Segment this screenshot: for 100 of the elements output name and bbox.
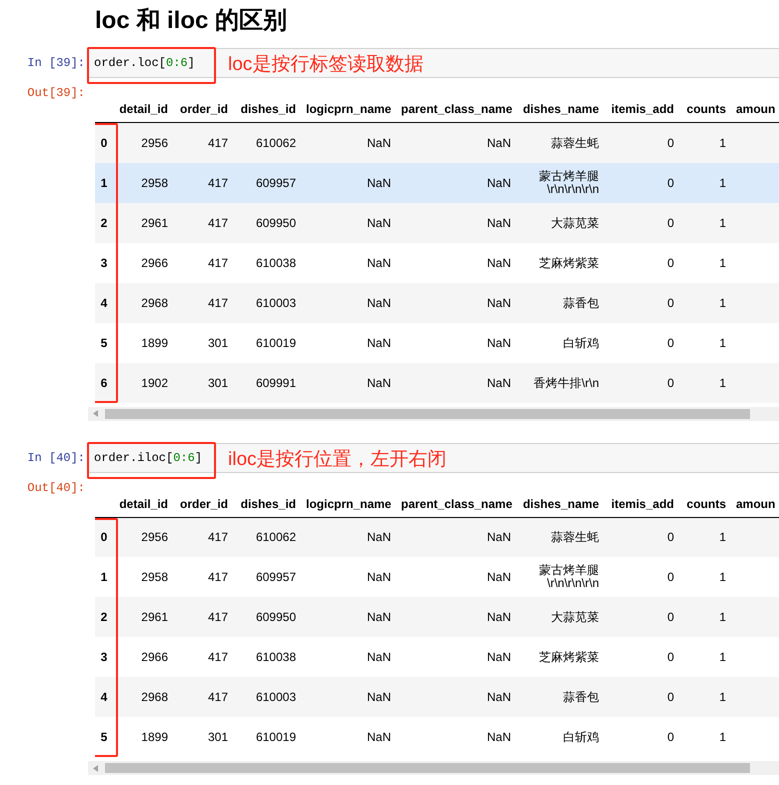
table-cell: 417	[208, 176, 228, 190]
table-cell: 609950	[256, 216, 296, 230]
row-index: 0	[100, 530, 108, 544]
column-header: itemis_add	[611, 102, 674, 116]
column-header: parent_class_name	[401, 496, 512, 510]
column-header: amoun	[736, 496, 776, 510]
table-cell: 417	[208, 611, 228, 624]
table-cell: 610003	[256, 296, 296, 310]
table-cell: NaN	[486, 336, 511, 350]
horizontal-scrollbar[interactable]	[88, 406, 779, 420]
input-prompt: In [39]:	[26, 55, 86, 72]
column-header: order_id	[180, 496, 228, 510]
table-cell: 1	[719, 531, 726, 544]
table-cell: NaN	[366, 571, 391, 584]
table-cell: 610038	[256, 256, 296, 270]
table-cell: NaN	[366, 336, 391, 350]
table-cell: 0	[667, 731, 674, 744]
table-cell: 0	[667, 651, 674, 664]
table-cell: 2968	[141, 296, 168, 310]
table-cell: 大蒜苋菜	[551, 611, 599, 624]
table-cell: 2956	[141, 136, 168, 150]
table-cell: 1899	[141, 731, 168, 744]
table-cell-text: 蒙古烤羊腿\r\n\r\n\r\n	[538, 170, 599, 196]
table-cell: 0	[667, 296, 674, 310]
table-cell: 301	[208, 376, 228, 390]
scroll-left-icon[interactable]	[93, 410, 98, 417]
table-cell: 1	[719, 256, 726, 270]
output-prompt: Out[39]:	[26, 85, 86, 102]
table-cell: 0	[667, 531, 674, 544]
table-cell: NaN	[486, 176, 511, 190]
annotation-note: loc是按行标签读取数据	[228, 53, 424, 77]
column-header: counts	[686, 496, 726, 510]
table-cell: 2961	[141, 216, 168, 230]
table-cell: 610062	[256, 531, 296, 544]
table-cell: 1	[719, 731, 726, 744]
table-cell: NaN	[366, 136, 391, 150]
table-cell: NaN	[486, 296, 511, 310]
table-cell: 417	[208, 691, 228, 704]
scrollbar-thumb[interactable]	[105, 763, 750, 773]
table-cell-text: 蒙古烤羊腿\r\n\r\n\r\n	[538, 564, 599, 590]
table-cell: NaN	[366, 376, 391, 390]
table-cell: 0	[667, 376, 674, 390]
row-index: 5	[100, 730, 108, 744]
scrollbar-thumb[interactable]	[105, 408, 750, 418]
table-cell: NaN	[486, 611, 511, 624]
table-cell: 芝麻烤紫菜	[539, 651, 599, 664]
scroll-left-icon[interactable]	[93, 764, 98, 772]
table-cell: 610003	[256, 691, 296, 704]
table-cell: 0	[667, 691, 674, 704]
table-cell: 1	[719, 376, 726, 390]
table-cell: 301	[208, 731, 228, 744]
table-cell: 417	[208, 531, 228, 544]
table-cell: NaN	[486, 571, 511, 584]
annotation-note: iloc是按行位置，左开右闭	[228, 448, 447, 472]
horizontal-scrollbar[interactable]	[88, 761, 779, 775]
table-cell: 0	[667, 256, 674, 270]
column-header: dishes_id	[240, 496, 296, 510]
table-cell: NaN	[366, 611, 391, 624]
table-cell: 417	[208, 256, 228, 270]
row-index: 5	[100, 336, 108, 350]
table-cell: 610062	[256, 136, 296, 150]
table-cell: 0	[667, 216, 674, 230]
column-header: detail_id	[119, 102, 168, 116]
table-cell: 417	[208, 571, 228, 584]
column-header: itemis_add	[611, 496, 674, 510]
column-header: logicprn_name	[306, 496, 392, 510]
output-prompt: Out[40]:	[26, 480, 86, 496]
column-header: order_id	[180, 102, 228, 116]
table-cell: 蒜蓉生蚝	[551, 136, 599, 150]
table-cell: 609950	[256, 611, 296, 624]
column-header: dishes_name	[522, 496, 599, 510]
table-cell: 大蒜苋菜	[551, 216, 599, 230]
row-index: 2	[100, 610, 108, 624]
table-cell: 1	[719, 216, 726, 230]
table-cell: 1	[719, 136, 726, 150]
table-cell: 0	[667, 571, 674, 584]
table-cell: NaN	[486, 376, 511, 390]
row-index: 4	[100, 296, 108, 310]
table-cell: 2958	[141, 176, 168, 190]
table-cell: 1	[719, 691, 726, 704]
row-index: 3	[100, 650, 108, 664]
table-cell: 2958	[141, 571, 168, 584]
table-cell: 609957	[256, 571, 296, 584]
column-header: counts	[686, 102, 726, 116]
column-header: parent_class_name	[401, 102, 512, 116]
row-index: 1	[100, 570, 108, 584]
table-cell: 1	[719, 571, 726, 584]
table-cell: 蒜香包	[563, 296, 599, 310]
table-cell: NaN	[486, 256, 511, 270]
table-cell: NaN	[486, 651, 511, 664]
table-cell: 417	[208, 296, 228, 310]
table-cell: NaN	[486, 731, 511, 744]
table-cell: 1	[719, 651, 726, 664]
table-cell: 1	[719, 611, 726, 624]
table-cell: 610038	[256, 651, 296, 664]
table-cell: 301	[208, 336, 228, 350]
column-header: dishes_id	[240, 102, 296, 116]
table-cell: NaN	[366, 731, 391, 744]
column-header: dishes_name	[522, 102, 599, 116]
table-cell: NaN	[486, 216, 511, 230]
